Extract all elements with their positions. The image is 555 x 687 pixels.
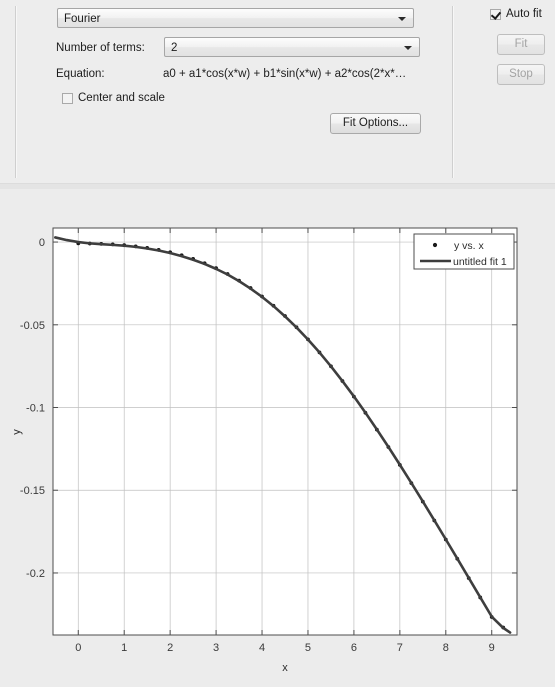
legend-label: y vs. x [454, 240, 485, 252]
model-type-select[interactable]: Fourier [57, 8, 414, 28]
svg-text:5: 5 [305, 642, 311, 654]
chevron-down-icon [404, 46, 412, 50]
auto-fit-checkbox[interactable] [490, 8, 501, 20]
fit-button[interactable]: Fit [497, 34, 545, 55]
svg-text:1: 1 [121, 642, 127, 654]
stop-button[interactable]: Stop [497, 64, 545, 85]
fit-plot[interactable]: 0 1 2 3 4 5 6 7 8 9 0 -0.05 -0.1 -0.15 -0.2 x y y vs. … [0, 189, 555, 687]
equation-value: a0 + a1*cos(x*w) + b1*sin(x*w) + a2*cos(… [163, 68, 407, 80]
y-axis-label: y [11, 429, 23, 435]
number-of-terms-value: 2 [171, 42, 178, 54]
axes-canvas [53, 228, 517, 635]
legend-label: untitled fit 1 [453, 256, 507, 268]
model-type-value: Fourier [64, 13, 101, 25]
svg-text:-0.15: -0.15 [20, 485, 45, 497]
fit-options-button[interactable]: Fit Options... [330, 113, 421, 134]
fit-settings-panel: Fourier Number of terms: 2 Equation: a0 … [0, 0, 555, 183]
auto-fit-label: Auto fit [506, 8, 542, 20]
center-and-scale-label: Center and scale [78, 92, 165, 104]
svg-text:4: 4 [259, 642, 265, 654]
number-of-terms-label: Number of terms: [56, 42, 145, 54]
svg-text:-0.1: -0.1 [26, 403, 45, 415]
panel-right-divider [452, 6, 454, 178]
auto-fit-checkbox-row[interactable]: Auto fit [490, 8, 542, 20]
svg-text:7: 7 [397, 642, 403, 654]
svg-text:-0.05: -0.05 [20, 320, 45, 332]
svg-text:-0.2: -0.2 [26, 568, 45, 580]
equation-label: Equation: [56, 68, 105, 80]
x-axis-label: x [282, 662, 288, 674]
panel-left-divider [15, 6, 17, 178]
svg-text:3: 3 [213, 642, 219, 654]
center-and-scale-checkbox[interactable] [62, 92, 73, 104]
svg-text:0: 0 [75, 642, 81, 654]
svg-text:2: 2 [167, 642, 173, 654]
svg-text:9: 9 [489, 642, 495, 654]
curve-fitting-tool: Fourier Number of terms: 2 Equation: a0 … [0, 0, 555, 687]
svg-text:8: 8 [443, 642, 449, 654]
chart-legend[interactable]: y vs. x untitled fit 1 [413, 233, 515, 270]
svg-text:6: 6 [351, 642, 357, 654]
svg-text:0: 0 [39, 237, 45, 249]
center-and-scale-checkbox-row[interactable]: Center and scale [62, 92, 165, 104]
number-of-terms-select[interactable]: 2 [164, 37, 420, 57]
fit-plot-region: 0 1 2 3 4 5 6 7 8 9 0 -0.05 -0.1 -0.15 -0.2 x y y vs. … [0, 189, 555, 687]
chevron-down-icon [398, 17, 406, 21]
